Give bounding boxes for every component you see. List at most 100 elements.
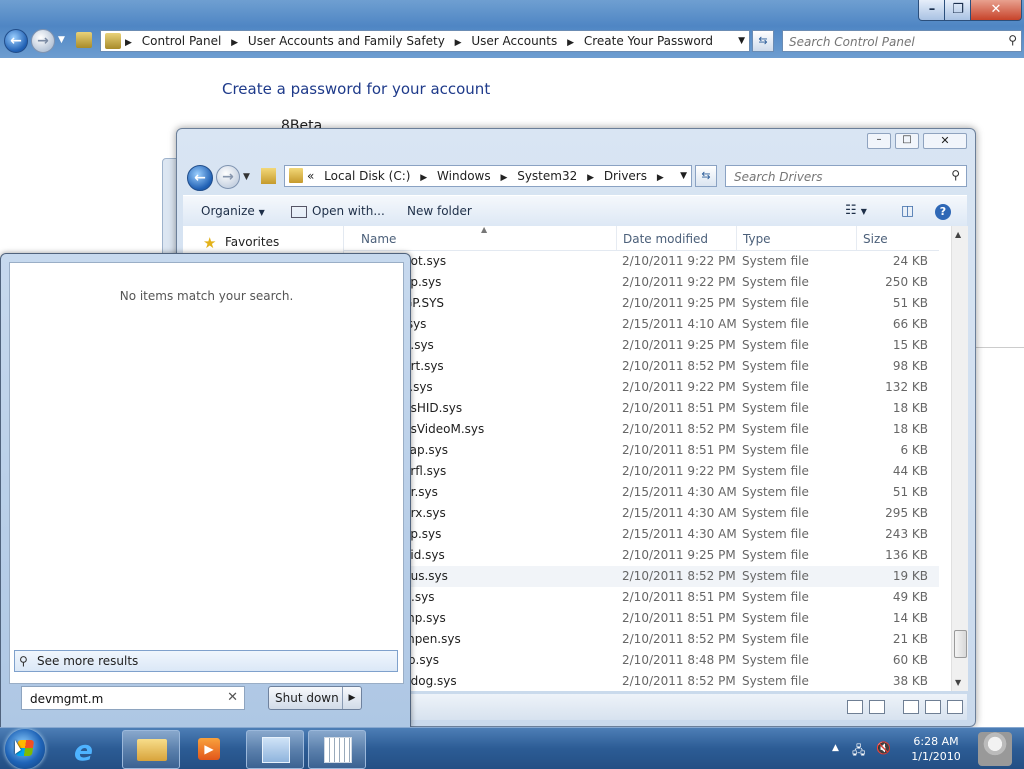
table-row[interactable]: mpen.sys 2/10/2011 8:52 PM System file 21 K… xyxy=(343,629,939,650)
minimize-icon: – xyxy=(876,134,882,145)
table-row[interactable]: e.sys 2/10/2011 9:25 PM System file 15 KB xyxy=(343,335,939,356)
ex-back-button[interactable]: ← xyxy=(187,165,213,191)
breadcrumb-separator-icon: ▶ xyxy=(567,38,574,48)
ex-search-input[interactable] xyxy=(732,166,946,188)
table-row[interactable]: .sys 2/15/2011 4:10 AM System file 66 KB xyxy=(343,314,939,335)
cp-crumb-control-panel[interactable]: Control Panel xyxy=(142,34,222,48)
clock[interactable]: 6:28 AM 1/1/2010 xyxy=(900,734,972,764)
taskbar-media-player[interactable]: ▶ xyxy=(182,730,238,767)
taskbar-calendar-app[interactable] xyxy=(308,730,366,769)
table-row[interactable]: s.sys 2/10/2011 9:22 PM System file 132 KB xyxy=(343,377,939,398)
start-search-box[interactable]: ✕ xyxy=(21,686,245,711)
table-row[interactable]: usHID.sys 2/10/2011 8:51 PM System file 18 … xyxy=(343,398,939,419)
page-title: Create a password for your account xyxy=(222,80,491,98)
ex-crumb-system32[interactable]: System32 xyxy=(517,169,577,183)
table-row[interactable]: rp.sys 2/10/2011 8:48 PM System file 60 KB xyxy=(343,650,939,671)
preview-pane-toggle-icon[interactable] xyxy=(947,700,963,714)
scrollbar-thumb[interactable] xyxy=(954,630,967,658)
cp-minimize-button[interactable]: – xyxy=(918,0,946,21)
see-more-results-button[interactable]: ⚲ See more results xyxy=(14,650,398,672)
taskbar-windows-explorer[interactable] xyxy=(122,730,180,769)
start-button[interactable] xyxy=(5,729,45,769)
thumbnail-view-icon[interactable] xyxy=(869,700,885,714)
table-row[interactable]: usVideoM.sys 2/10/2011 8:52 PM System file… xyxy=(343,419,939,440)
table-row[interactable]: grx.sys 2/15/2011 4:30 AM System file 295 K… xyxy=(343,503,939,524)
table-row[interactable]: cap.sys 2/10/2011 8:51 PM System file 6 KB xyxy=(343,440,939,461)
file-size: 18 KB xyxy=(892,422,928,436)
table-row[interactable]: orfl.sys 2/10/2011 9:22 PM System file 44 K… xyxy=(343,461,939,482)
ex-crumb-drivers[interactable]: Drivers xyxy=(604,169,647,183)
new-folder-button[interactable]: New folder xyxy=(407,196,472,226)
taskbar-internet-explorer[interactable]: e xyxy=(62,730,118,767)
shut-down-button[interactable]: Shut down ▶ xyxy=(268,686,362,710)
ex-crumb-local-disk[interactable]: Local Disk (C:) xyxy=(324,169,410,183)
table-row[interactable]: bot.sys 2/10/2011 9:22 PM System file 24 KB xyxy=(343,251,939,272)
address-dropdown-icon[interactable]: ▼ xyxy=(738,31,745,51)
cp-search-input[interactable] xyxy=(787,31,1001,53)
cp-crumb-user-accounts-family[interactable]: User Accounts and Family Safety xyxy=(248,34,445,48)
column-header-type[interactable]: Type xyxy=(736,226,857,250)
table-row[interactable]: ap.sys 2/10/2011 9:22 PM System file 250 KB xyxy=(343,272,939,293)
open-with-button[interactable]: Open with... xyxy=(291,196,385,226)
table-row[interactable]: gr.sys 2/15/2011 4:30 AM System file 51 KB xyxy=(343,482,939,503)
network-icon[interactable]: 🖧 xyxy=(852,741,865,762)
cp-forward-button[interactable]: → xyxy=(31,29,55,53)
up-folder-icon[interactable] xyxy=(261,168,276,184)
layout-icon[interactable] xyxy=(903,700,919,714)
table-row[interactable]: aid.sys 2/10/2011 9:25 PM System file 136 K… xyxy=(343,545,939,566)
ex-refresh-button[interactable]: ⇆ xyxy=(695,165,717,187)
cp-address-bar[interactable]: ▶ Control Panel ▶ User Accounts and Fami… xyxy=(100,30,750,52)
change-view-button[interactable]: ☷ ▼ xyxy=(845,196,867,227)
table-row[interactable]: lt.sys 2/10/2011 8:51 PM System file 49 KB xyxy=(343,587,939,608)
show-hidden-icons-icon[interactable]: ▲ xyxy=(832,743,839,753)
cp-crumb-user-accounts[interactable]: User Accounts xyxy=(471,34,557,48)
ex-crumb-windows[interactable]: Windows xyxy=(437,169,491,183)
column-header-size[interactable]: Size xyxy=(856,226,939,250)
clear-search-icon[interactable]: ✕ xyxy=(227,687,238,709)
cp-search-box[interactable]: ⚲ xyxy=(782,30,1022,53)
user-avatar[interactable] xyxy=(978,732,1012,766)
help-button[interactable]: ? xyxy=(935,196,951,226)
scroll-down-icon[interactable]: ▼ xyxy=(955,678,961,687)
details-pane-icon[interactable] xyxy=(925,700,941,714)
taskbar-control-panel[interactable] xyxy=(246,730,304,769)
shut-down-options-arrow-icon[interactable]: ▶ xyxy=(342,687,361,709)
cp-refresh-button[interactable]: ⇆ xyxy=(752,30,774,52)
table-row[interactable]: bus.sys 2/10/2011 8:52 PM System file 19 KB xyxy=(343,566,939,587)
volume-muted-icon[interactable]: 🔇 xyxy=(876,741,891,755)
ex-address-bar[interactable]: « Local Disk (C:) ▶ Windows ▶ System32 ▶… xyxy=(284,165,692,187)
organize-button[interactable]: Organize ▼ xyxy=(201,196,265,228)
table-row[interactable]: prt.sys 2/10/2011 8:52 PM System file 98 KB xyxy=(343,356,939,377)
table-row[interactable]: ndog.sys 2/10/2011 8:52 PM System file 38 K… xyxy=(343,671,939,692)
cp-close-button[interactable]: ✕ xyxy=(970,0,1022,21)
preview-pane-button[interactable]: ◫ xyxy=(901,196,914,226)
recent-pages-chevron-icon[interactable]: ▼ xyxy=(58,35,65,45)
table-row[interactable]: ap.sys 2/15/2011 4:30 AM System file 243 KB xyxy=(343,524,939,545)
up-folder-icon[interactable] xyxy=(76,32,92,48)
cp-maximize-button[interactable]: ❐ xyxy=(944,0,972,21)
scroll-up-icon[interactable]: ▲ xyxy=(955,230,961,239)
details-view-icon[interactable] xyxy=(847,700,863,714)
table-row[interactable]: GP.SYS 2/10/2011 9:25 PM System file 51 KB xyxy=(343,293,939,314)
file-date: 2/10/2011 8:52 PM xyxy=(622,674,736,688)
ex-search-box[interactable]: ⚲ xyxy=(725,165,967,188)
breadcrumb-separator-icon: ▶ xyxy=(454,38,462,48)
vertical-scrollbar[interactable]: ▲ ▼ xyxy=(951,226,968,691)
table-row[interactable]: mp.sys 2/10/2011 8:51 PM System file 14 KB xyxy=(343,608,939,629)
nav-item-favorites[interactable]: ★ Favorites xyxy=(203,234,279,252)
ex-maximize-button[interactable]: □ xyxy=(895,133,919,149)
ex-forward-button[interactable]: → xyxy=(216,165,240,189)
breadcrumb-overflow-icon[interactable]: « xyxy=(307,169,314,183)
cp-back-button[interactable]: ← xyxy=(4,29,28,53)
ex-minimize-button[interactable]: – xyxy=(867,133,891,149)
cp-crumb-create-password[interactable]: Create Your Password xyxy=(584,34,713,48)
column-header-date[interactable]: Date modified xyxy=(616,226,737,250)
column-headers: Name ▲ Date modified Type Size xyxy=(343,225,939,251)
column-header-name[interactable]: Name ▲ xyxy=(355,225,615,250)
recent-pages-chevron-icon[interactable]: ▼ xyxy=(243,172,250,182)
ex-close-button[interactable]: ✕ xyxy=(923,133,967,149)
start-search-input[interactable] xyxy=(28,687,222,711)
file-date: 2/10/2011 9:22 PM xyxy=(622,254,736,268)
address-dropdown-icon[interactable]: ▼ xyxy=(680,166,687,186)
preview-pane-icon: ◫ xyxy=(901,203,915,219)
